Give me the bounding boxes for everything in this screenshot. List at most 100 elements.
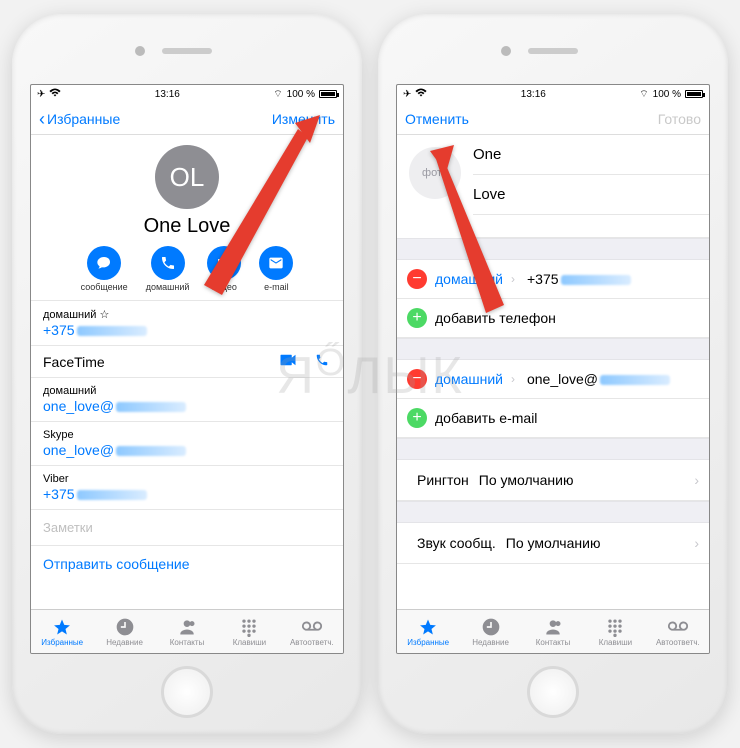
contact-name: One Love [31,215,343,238]
tab-recents[interactable]: Недавние [459,610,521,653]
section-spacer [397,338,709,360]
add-email-button[interactable]: + [407,408,427,428]
cancel-button[interactable]: Отменить [405,111,469,127]
facetime-cell[interactable]: FaceTime [31,345,343,377]
airplane-icon: ✈ [403,89,411,100]
avatar[interactable]: OL [155,145,219,209]
chevron-left-icon: ‹ [39,110,45,128]
notes-cell[interactable]: Заметки [31,509,343,545]
home-button[interactable] [161,666,213,718]
video-label: видео [212,282,237,292]
home-phone-cell[interactable]: домашний ☆ +375 [31,300,343,345]
tab-recents-label: Недавние [106,638,143,647]
home-phone-value: +375 [43,322,75,338]
message-icon [87,246,121,280]
tab-contacts-label: Контакты [536,638,571,647]
tab-favorites[interactable]: Избранные [31,610,93,653]
section-spacer [397,438,709,460]
edit-content: фото One Love − домашний › +375 + добави… [397,135,709,609]
mail-button[interactable]: e-mail [259,246,293,292]
redacted [561,275,631,285]
tab-favorites[interactable]: Избранные [397,610,459,653]
ringtone-row[interactable]: Рингтон По умолчанию › [397,460,709,501]
wifi-icon [49,88,61,100]
message-button[interactable]: сообщение [81,246,128,292]
star-icon [51,617,73,637]
skype-value: one_love@ [43,442,114,458]
chevron-right-icon: › [511,272,515,286]
wifi-icon [415,88,427,100]
tab-recents[interactable]: Недавние [93,610,155,653]
text-tone-label: Звук сообщ. [417,535,496,551]
skype-label: Skype [43,429,331,441]
tab-contacts-label: Контакты [170,638,205,647]
phone-icon [151,246,185,280]
send-message-button[interactable]: Отправить сообщение [31,545,343,582]
chevron-right-icon: › [511,372,515,386]
edit-button[interactable]: Изменить [272,111,335,127]
tab-keypad[interactable]: Клавиши [584,610,646,653]
redacted [600,375,670,385]
mail-label: e-mail [264,282,289,292]
skype-cell[interactable]: Skype one_love@ [31,421,343,465]
ringtone-value: По умолчанию [479,472,695,488]
home-button[interactable] [527,666,579,718]
back-button[interactable]: ‹ Избранные [39,110,120,128]
viber-cell[interactable]: Viber +375 [31,465,343,509]
add-email-row[interactable]: + добавить e-mail [397,399,709,438]
facetime-video-icon[interactable] [279,353,297,370]
phone-frame-right: ✈ 13:16 ⌔ 100 % Отменить Готово фото One [378,14,728,734]
tab-contacts[interactable]: Контакты [522,610,584,653]
back-label: Избранные [47,111,120,127]
ringtone-label: Рингтон [417,472,469,488]
chevron-right-icon: › [694,472,699,488]
tab-voicemail[interactable]: Автоответч. [647,610,709,653]
add-email-label: добавить e-mail [435,410,537,426]
remove-phone-button[interactable]: − [407,269,427,289]
nav-bar: ‹ Избранные Изменить [31,103,343,135]
tab-keypad[interactable]: Клавиши [218,610,280,653]
email-value: one_love@ [43,398,114,414]
tab-voicemail-label: Автоответч. [656,638,700,647]
add-phone-button[interactable]: + [407,308,427,328]
contact-content: OL One Love сообщение домашний видео [31,135,343,609]
tab-voicemail-label: Автоответч. [290,638,334,647]
video-icon [207,246,241,280]
email-value[interactable]: one_love@ [527,371,598,387]
first-name-field[interactable]: One [473,135,709,175]
email-cell[interactable]: домашний one_love@ [31,377,343,421]
email-type-label[interactable]: домашний [435,371,503,387]
bluetooth-icon: ⌔ [273,88,282,101]
status-bar: ✈ 13:16 ⌔ 100 % [31,85,343,103]
add-photo-button[interactable]: фото [409,147,461,199]
bluetooth-icon: ⌔ [639,88,648,101]
text-tone-value: По умолчанию [506,535,695,551]
status-time: 13:16 [521,89,546,100]
tab-contacts[interactable]: Контакты [156,610,218,653]
phone-type-label[interactable]: домашний [435,271,503,287]
section-spacer [397,238,709,260]
last-name-field[interactable]: Love [473,175,709,215]
status-bar: ✈ 13:16 ⌔ 100 % [397,85,709,103]
tab-voicemail[interactable]: Автоответч. [281,610,343,653]
facetime-audio-icon[interactable] [313,353,331,370]
call-button[interactable]: домашний [146,246,190,292]
battery-percent: 100 % [653,89,681,100]
home-phone-label: домашний ☆ [43,308,331,321]
contacts-icon [176,617,198,637]
video-button[interactable]: видео [207,246,241,292]
done-button[interactable]: Готово [658,111,701,127]
clock-icon [114,617,136,637]
viber-value: +375 [43,486,75,502]
email-label: домашний [43,385,331,397]
phone-row[interactable]: − домашний › +375 [397,260,709,299]
phone-value[interactable]: +375 [527,271,559,287]
redacted [116,446,186,456]
tab-favorites-label: Избранные [407,638,449,647]
text-tone-row[interactable]: Звук сообщ. По умолчанию › [397,523,709,564]
company-field[interactable] [473,215,709,238]
remove-email-button[interactable]: − [407,369,427,389]
chevron-right-icon: › [694,535,699,551]
email-row[interactable]: − домашний › one_love@ [397,360,709,399]
add-phone-row[interactable]: + добавить телефон [397,299,709,338]
